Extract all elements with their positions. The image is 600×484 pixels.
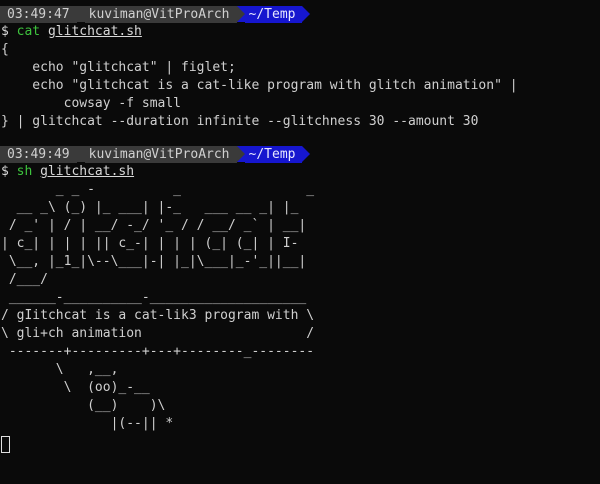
file-content-line: echo "glitchcat is a cat-like program wi… bbox=[1, 78, 518, 93]
output-line: _ _ - _ _ bbox=[1, 182, 315, 197]
command-argument-file[interactable]: glitchcat.sh bbox=[40, 164, 134, 179]
output-line: -------+---------+---+--------_-------- bbox=[1, 344, 315, 359]
prompt-time: 03:49:47 bbox=[0, 5, 77, 23]
output-line: \__, |_1_|\--\___|-| |_|\___|_-'_||__| bbox=[1, 254, 307, 269]
prompt-dollar: $ bbox=[1, 164, 9, 179]
prompt-end-arrow-icon bbox=[302, 6, 311, 22]
prompt-line-1: 03:49:47 kuviman@VitProArch ~/Temp bbox=[0, 5, 600, 23]
output-line: |(--|| * bbox=[1, 416, 174, 431]
command-line-1: $ cat glitchcat.sh bbox=[0, 23, 600, 41]
output-line: / _' | / | __/ -_/ '_ / / __/ _` | __| bbox=[1, 218, 307, 233]
prompt-separator-icon bbox=[76, 146, 85, 162]
command-line-2: $ sh glitchcat.sh bbox=[0, 163, 600, 181]
command-argument-file[interactable]: glitchcat.sh bbox=[48, 24, 142, 39]
output-line: / gIitchcat is a cat-lik3 program with \ bbox=[1, 308, 315, 323]
output-line: \ (oo)_-__ bbox=[1, 380, 150, 395]
file-content-line: } | glitchcat --duration infinite --glit… bbox=[1, 114, 479, 129]
terminal-cursor[interactable] bbox=[1, 436, 10, 453]
prompt-dollar: $ bbox=[1, 24, 9, 39]
output-line: (__) )\ bbox=[1, 398, 166, 413]
prompt-separator-icon bbox=[236, 6, 245, 22]
prompt-user-host: kuviman@VitProArch bbox=[84, 145, 237, 163]
prompt-end-arrow-icon bbox=[302, 146, 311, 162]
output-line: \ ,__, bbox=[1, 362, 119, 377]
prompt-line-2: 03:49:49 kuviman@VitProArch ~/Temp bbox=[0, 145, 600, 163]
file-content-line: cowsay -f small bbox=[1, 96, 182, 111]
file-content-line: { bbox=[1, 42, 9, 57]
file-content-line: echo "glitchcat" | figlet; bbox=[1, 60, 236, 75]
output-line: \ gli+ch animation / bbox=[1, 326, 315, 341]
prompt-directory: ~/Temp bbox=[244, 145, 303, 163]
output-line: | c_| | | | || c_-| | | | (_| (_| | I- bbox=[1, 236, 299, 251]
prompt-separator-icon bbox=[236, 146, 245, 162]
prompt-user-host: kuviman@VitProArch bbox=[84, 5, 237, 23]
output-line: __ _\ (_) |_ ___| |-_ ___ __ _| |_ bbox=[1, 200, 299, 215]
prompt-time: 03:49:49 bbox=[0, 145, 77, 163]
prompt-directory: ~/Temp bbox=[244, 5, 303, 23]
prompt-separator-icon bbox=[76, 6, 85, 22]
command-name: cat bbox=[16, 24, 41, 39]
output-line: ______-__________-____________________ bbox=[1, 290, 307, 305]
output-line: /___/ bbox=[1, 272, 48, 287]
terminal-window[interactable]: 03:49:47 kuviman@VitProArch ~/Temp $ cat g… bbox=[0, 0, 600, 484]
command-name: sh bbox=[16, 164, 33, 179]
